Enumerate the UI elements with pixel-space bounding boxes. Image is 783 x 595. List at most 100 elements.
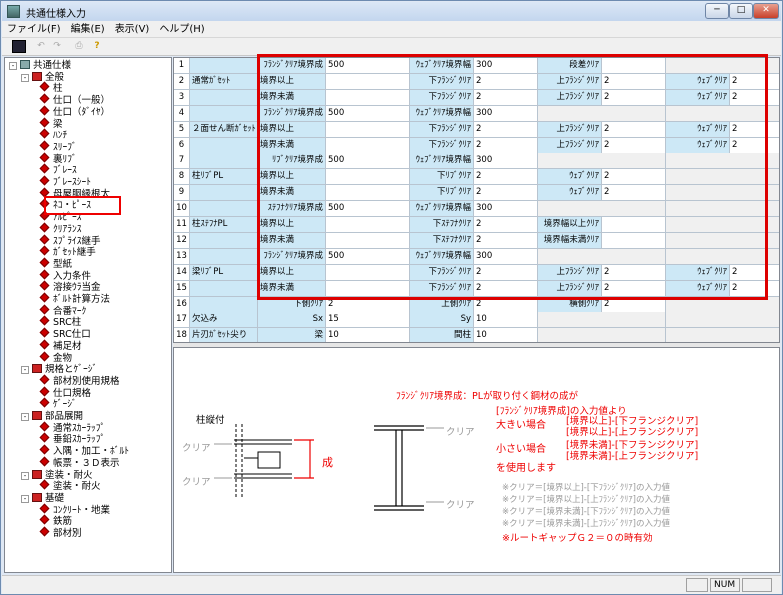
redo-icon[interactable]: ↷ <box>50 40 64 53</box>
expand-toggle-icon[interactable]: - <box>21 366 29 375</box>
tree-item[interactable]: SRC柱 <box>39 315 81 329</box>
tree-item[interactable]: 仕口（ﾀﾞｲﾔ） <box>39 105 110 119</box>
field-value-input[interactable]: 10 <box>474 328 538 342</box>
tree-item[interactable]: 帳票・３Ｄ表示 <box>39 456 120 470</box>
expand-toggle-icon[interactable]: - <box>21 471 29 480</box>
save-icon[interactable] <box>12 40 26 53</box>
tree-item[interactable]: 溶接ｳﾗ当金 <box>39 280 101 294</box>
tree-item[interactable]: 補足材 <box>39 339 82 353</box>
maximize-button[interactable]: □ <box>729 3 753 19</box>
tree-item[interactable]: 垂鉛ｽｶｰﾗｯﾌﾟ <box>39 432 106 446</box>
tree-item[interactable]: 入隅・加工・ﾎﾞﾙﾄ <box>39 444 130 458</box>
tree-item[interactable]: ｺﾝｸﾘｰﾄ・地業 <box>39 503 110 517</box>
item-diamond-icon <box>39 269 50 280</box>
tree-item[interactable]: 鉄筋 <box>39 514 72 528</box>
tree-item[interactable]: 合番ﾏｰｸ <box>39 304 86 318</box>
tree-item[interactable]: ｽﾘｰﾌﾞ <box>39 140 77 154</box>
tree-item[interactable]: 通常ｽｶｰﾗｯﾌﾟ <box>39 421 105 435</box>
window-title: 共通仕様入力 <box>26 9 86 20</box>
book-icon <box>32 364 42 374</box>
tree-item-label: 共通仕様 <box>33 60 72 71</box>
empty-cell <box>666 312 779 329</box>
close-button[interactable]: ✕ <box>753 3 779 19</box>
tree-item-label: 部材別使用規格 <box>53 375 120 387</box>
row-number: 4 <box>174 105 190 122</box>
tree-item[interactable]: ｶﾞｾｯﾄ継手 <box>39 245 96 259</box>
undo-icon[interactable]: ↶ <box>34 40 48 53</box>
menu-help[interactable]: ヘルプ(H) <box>154 21 209 38</box>
field-value-input[interactable]: 10 <box>326 328 410 342</box>
minimize-button[interactable]: ─ <box>705 3 729 19</box>
item-diamond-icon <box>39 163 50 174</box>
tree-item[interactable]: 塗装・耐火 <box>39 479 101 493</box>
item-diamond-icon <box>39 315 50 326</box>
item-diamond-icon <box>39 93 50 104</box>
item-diamond-icon <box>39 304 50 315</box>
tree-item[interactable]: ｽﾌﾟﾗｲｽ継手 <box>39 234 101 248</box>
print-icon[interactable]: ⎙ <box>72 40 86 53</box>
tree-item-label: 帳票・３Ｄ表示 <box>53 457 120 469</box>
tree-item[interactable]: ﾌﾞﾚｰｽｼｰﾄ <box>39 175 91 189</box>
tree-item[interactable]: - 基礎 <box>21 492 64 505</box>
group-label <box>190 232 258 249</box>
group-label <box>190 280 258 297</box>
app-icon <box>7 5 20 18</box>
tree-item[interactable]: - 共通仕様 <box>9 60 71 72</box>
tree-item-label: ｽﾘｰﾌﾞ <box>53 141 77 153</box>
field-value-input[interactable]: 10 <box>474 312 538 329</box>
tree-item[interactable]: - 部品展開 <box>21 411 83 423</box>
field-label: 梁 <box>258 328 326 342</box>
group-label <box>190 89 258 106</box>
tree-item[interactable]: 型紙 <box>39 257 72 271</box>
field-value-input[interactable]: 15 <box>326 312 410 329</box>
tree-item[interactable]: 仕口（一般） <box>39 93 110 107</box>
title-bar[interactable]: 共通仕様入力 ─ □ ✕ <box>2 2 781 21</box>
group-label <box>190 105 258 122</box>
help-icon[interactable]: ? <box>90 40 104 53</box>
tree-item[interactable]: 部材別使用規格 <box>39 374 120 388</box>
tree-item[interactable]: 裏ﾘﾌﾞ <box>39 152 77 166</box>
tree-item[interactable]: 部材別 <box>39 526 82 540</box>
expand-toggle-icon[interactable]: - <box>21 494 29 503</box>
row-number: 11 <box>174 217 190 233</box>
tree-item-label: ｸﾘｱﾗﾝｽ <box>53 223 82 235</box>
expand-toggle-icon[interactable]: - <box>21 413 29 421</box>
tree-item[interactable]: ｸﾘｱﾗﾝｽ <box>39 222 82 236</box>
tree-item-label: 垂鉛ｽｶｰﾗｯﾌﾟ <box>53 434 106 446</box>
tree-item-label: 入隅・加工・ﾎﾞﾙﾄ <box>53 446 130 458</box>
menu-file[interactable]: ファイル(F) <box>2 21 66 38</box>
tree-item[interactable]: 入力条件 <box>39 269 91 283</box>
tree-item-label: 部材別 <box>53 528 82 539</box>
book-icon <box>32 492 42 502</box>
tree-item[interactable]: ﾎﾞﾙﾄ計算方法 <box>39 292 110 306</box>
menu-edit[interactable]: 編集(E) <box>66 21 110 38</box>
tree-item-label: 裏ﾘﾌﾞ <box>53 153 77 165</box>
field-label: Sy <box>410 312 474 329</box>
expand-toggle-icon[interactable]: - <box>21 73 29 82</box>
row-number: 1 <box>174 58 190 74</box>
tree-item[interactable]: - 塗装・耐火 <box>21 469 93 482</box>
item-diamond-icon <box>39 526 50 537</box>
item-diamond-icon <box>39 456 50 467</box>
tree-item[interactable]: ﾌﾞﾚｰｽ <box>39 163 77 177</box>
tree-item-label: ｽﾌﾟﾗｲｽ継手 <box>53 235 101 247</box>
tree-item[interactable]: 金物 <box>39 351 73 365</box>
field-label: Sx <box>258 312 326 329</box>
tree-item-label: 金物 <box>53 352 73 364</box>
item-diamond-icon <box>39 292 50 303</box>
tree-item[interactable]: ｹﾞｰｼﾞ <box>39 397 77 411</box>
num-lock-indicator: NUM <box>710 578 740 592</box>
tree-item[interactable]: 仕口規格 <box>39 386 91 400</box>
group-label <box>190 58 258 74</box>
group-label: 梁ﾘﾌﾞPL <box>190 264 258 281</box>
book-icon <box>32 469 42 479</box>
tree-item[interactable]: - 規格とｹﾞｰｼﾞ <box>21 364 97 376</box>
book-icon <box>32 71 42 81</box>
empty-cell <box>666 328 779 342</box>
item-diamond-icon <box>39 421 50 432</box>
expand-toggle-icon[interactable]: - <box>9 62 17 70</box>
tree-item[interactable]: SRC仕口 <box>39 327 91 341</box>
tree-item-label: 全般 <box>45 71 65 83</box>
menu-view[interactable]: 表示(V) <box>110 21 155 38</box>
item-diamond-icon <box>39 374 50 385</box>
